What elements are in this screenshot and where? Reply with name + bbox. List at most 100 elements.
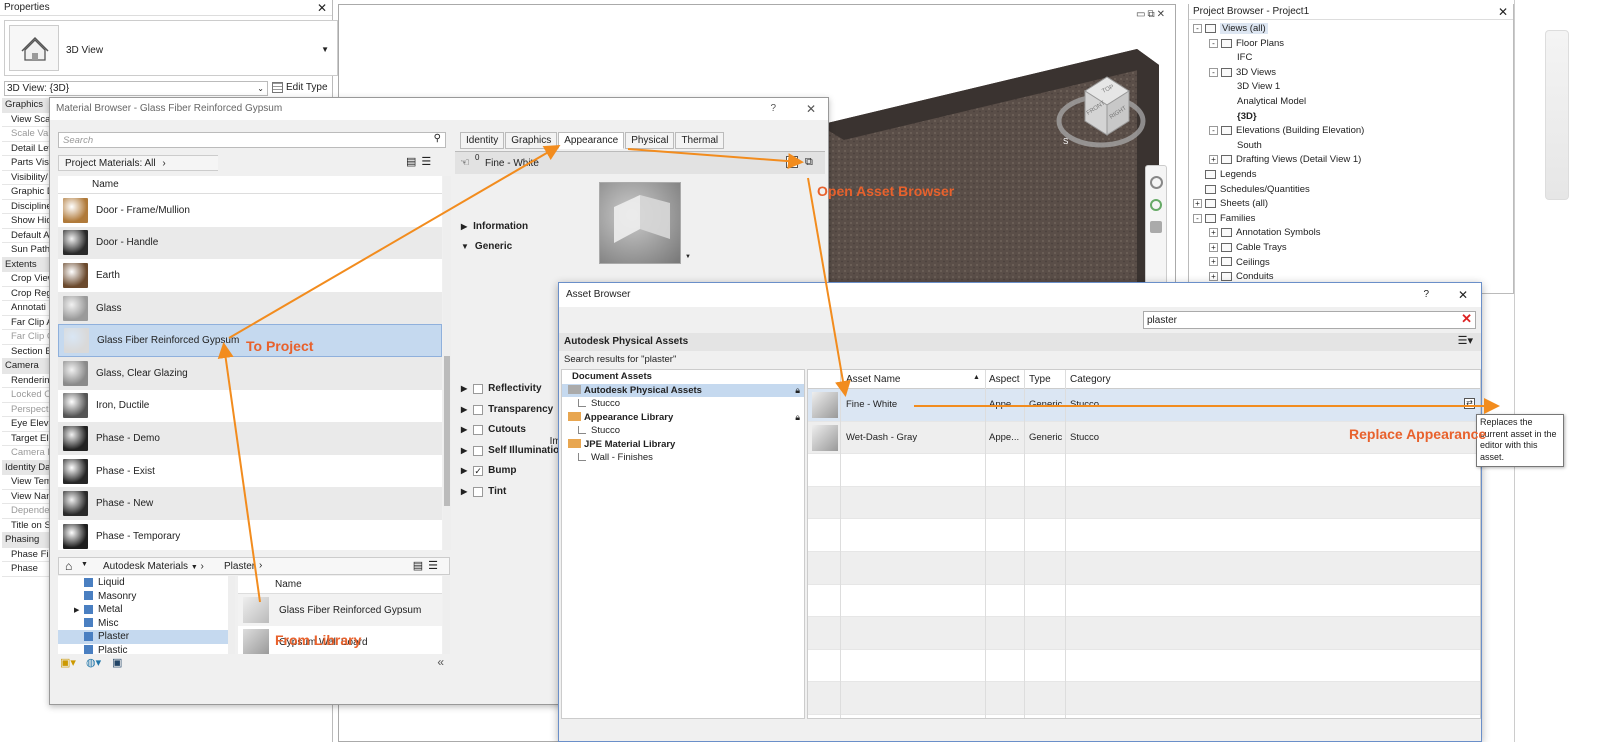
chevron-right-icon[interactable]: ▶ bbox=[461, 466, 467, 475]
collapse-icon[interactable]: - bbox=[1209, 38, 1218, 48]
tree-item[interactable]: - Elevations (Building Elevation) bbox=[1193, 124, 1511, 139]
material-row[interactable]: Glass, Clear Glazing bbox=[58, 357, 442, 390]
asset-library-item[interactable]: Appearance Library 🔒︎ bbox=[562, 411, 804, 425]
expand-icon[interactable]: + bbox=[1209, 272, 1218, 282]
chevron-right-icon[interactable]: ▶ bbox=[461, 487, 467, 496]
project-materials-filter[interactable]: Project Materials: All › bbox=[58, 155, 218, 171]
material-row[interactable]: Phase - Exist bbox=[58, 455, 442, 488]
replace-asset-icon[interactable] bbox=[786, 156, 798, 168]
library-folder[interactable]: Liquid bbox=[58, 576, 228, 590]
tree-item[interactable]: - Floor Plans bbox=[1193, 37, 1511, 52]
section-header[interactable]: ▶ Reflectivity bbox=[461, 383, 542, 394]
pan-icon[interactable] bbox=[1150, 221, 1162, 233]
instance-selector[interactable]: 3D View: {3D} ⌄ bbox=[4, 81, 268, 96]
tab-physical[interactable]: Physical bbox=[625, 132, 675, 149]
collapse-icon[interactable]: - bbox=[1209, 126, 1218, 136]
material-row[interactable]: Phase - Temporary bbox=[58, 520, 442, 550]
tree-item[interactable]: Analytical Model bbox=[1193, 95, 1511, 110]
tree-item[interactable]: Schedules/Quantities bbox=[1193, 183, 1511, 198]
chevron-down-icon[interactable]: ▼ bbox=[685, 254, 691, 260]
edit-type-button[interactable]: Edit Type bbox=[272, 80, 332, 96]
library-folder[interactable]: Plaster bbox=[58, 630, 228, 644]
library-folder[interactable]: Misc bbox=[58, 617, 228, 631]
asset-row[interactable]: Fine - White Appe... Generic Stucco bbox=[808, 389, 1480, 422]
viewcube[interactable]: TOP FRONT RIGHT S bbox=[1051, 69, 1151, 159]
material-editor-icon[interactable]: ▣ bbox=[112, 656, 122, 669]
material-row[interactable]: Iron, Ductile bbox=[58, 390, 442, 423]
chevron-right-icon[interactable]: ▶ bbox=[461, 222, 467, 231]
asset-library-item[interactable]: Stucco bbox=[562, 424, 804, 438]
clear-search-icon[interactable]: ✕ bbox=[1461, 311, 1472, 327]
view-toggle-icons[interactable]: ▤☰ bbox=[413, 559, 443, 572]
tree-item[interactable]: - 3D Views bbox=[1193, 66, 1511, 81]
section-header[interactable]: ▶ Tint bbox=[461, 486, 506, 497]
search-input[interactable]: Search ⚲ bbox=[58, 132, 446, 148]
tab-appearance[interactable]: Appearance bbox=[558, 132, 625, 149]
expand-icon[interactable]: + bbox=[1193, 199, 1202, 209]
section-header[interactable]: ▶ Cutouts bbox=[461, 424, 526, 435]
section-header[interactable]: ▶ Transparency bbox=[461, 404, 553, 415]
tree-item[interactable]: + Annotation Symbols bbox=[1193, 226, 1511, 241]
section-checkbox[interactable]: ✓ bbox=[473, 465, 484, 476]
material-row[interactable]: Earth bbox=[58, 259, 442, 292]
material-row[interactable]: Phase - New bbox=[58, 487, 442, 520]
asset-library-item[interactable]: Autodesk Physical Assets 🔒︎ bbox=[562, 383, 804, 397]
duplicate-asset-icon[interactable]: ⧉ bbox=[805, 156, 813, 169]
view-options-icon[interactable]: ☰▾ bbox=[1458, 334, 1473, 347]
section-header[interactable]: ▶ Information bbox=[461, 221, 528, 232]
library-breadcrumb-1[interactable]: Autodesk Materials ▼ › bbox=[103, 561, 204, 572]
tree-item[interactable]: IFC bbox=[1193, 51, 1511, 66]
close-icon[interactable]: ✕ bbox=[1498, 4, 1508, 20]
col-aspect[interactable]: Aspect bbox=[989, 374, 1020, 385]
tree-item[interactable]: {3D} bbox=[1193, 110, 1511, 125]
tab-identity[interactable]: Identity bbox=[460, 132, 505, 149]
asset-search-input[interactable]: plaster ✕ bbox=[1143, 311, 1476, 329]
chevron-down-icon[interactable]: ▼ bbox=[81, 561, 88, 568]
tree-item[interactable]: 3D View 1 bbox=[1193, 80, 1511, 95]
help-icon[interactable]: ? bbox=[770, 98, 776, 120]
material-row[interactable]: Phase - Demo bbox=[58, 422, 442, 455]
expand-icon[interactable]: ▶ bbox=[74, 604, 84, 618]
library-tree-scrollbar[interactable] bbox=[228, 576, 235, 654]
expand-icon[interactable]: + bbox=[1209, 155, 1218, 165]
expand-icon[interactable]: + bbox=[1209, 242, 1218, 252]
asset-library-item[interactable]: JPE Material Library bbox=[562, 438, 804, 452]
section-checkbox[interactable] bbox=[473, 486, 484, 497]
steering-wheel-icon[interactable] bbox=[1149, 176, 1163, 189]
section-header[interactable]: ▼ Generic bbox=[461, 241, 512, 252]
material-row[interactable]: Glass bbox=[58, 291, 442, 325]
library-items-scrollbar[interactable] bbox=[443, 576, 450, 654]
chevron-right-icon[interactable]: ▶ bbox=[461, 425, 467, 434]
library-folder[interactable]: Plastic bbox=[58, 644, 228, 654]
library-folder[interactable]: Masonry bbox=[58, 590, 228, 604]
section-header[interactable]: ▶ ✓ Bump bbox=[461, 465, 517, 476]
chevron-down-icon[interactable]: ▼ bbox=[321, 45, 329, 54]
materials-scrollbar[interactable] bbox=[443, 176, 451, 550]
collapse-icon[interactable]: - bbox=[1209, 67, 1218, 77]
material-row[interactable]: Door - Frame/Mullion bbox=[58, 194, 442, 227]
library-breadcrumb-2[interactable]: Plaster bbox=[224, 561, 255, 572]
tree-item[interactable]: + Ceilings bbox=[1193, 256, 1511, 271]
search-icon[interactable]: ⚲ bbox=[434, 133, 441, 144]
section-checkbox[interactable] bbox=[473, 424, 484, 435]
tree-item[interactable]: Legends bbox=[1193, 168, 1511, 183]
view-toggle-icons[interactable]: ▤☰ bbox=[406, 155, 446, 171]
asset-library-item[interactable]: Stucco bbox=[562, 397, 804, 411]
tree-item[interactable]: + Cable Trays bbox=[1193, 241, 1511, 256]
collapse-icon[interactable]: « bbox=[437, 655, 444, 669]
type-selector[interactable]: 3D View ▼ bbox=[4, 20, 338, 76]
home-icon[interactable]: ⌂ bbox=[65, 559, 72, 573]
close-icon[interactable]: ✕ bbox=[317, 0, 327, 16]
tab-graphics[interactable]: Graphics bbox=[505, 132, 558, 149]
col-asset-name[interactable]: Asset Name bbox=[846, 374, 900, 385]
tree-item[interactable]: South bbox=[1193, 139, 1511, 154]
library-folder[interactable]: ▶ Metal bbox=[58, 603, 228, 617]
asset-library-item[interactable]: Document Assets bbox=[562, 370, 804, 384]
create-material-icon[interactable]: ◍▾ bbox=[86, 656, 101, 669]
collapse-icon[interactable]: - bbox=[1193, 23, 1202, 33]
chevron-right-icon[interactable]: ▶ bbox=[461, 405, 467, 414]
section-checkbox[interactable] bbox=[473, 404, 484, 415]
collapse-icon[interactable]: - bbox=[1193, 213, 1202, 223]
tree-item[interactable]: - Families bbox=[1193, 212, 1511, 227]
material-row[interactable]: Door - Handle bbox=[58, 226, 442, 260]
